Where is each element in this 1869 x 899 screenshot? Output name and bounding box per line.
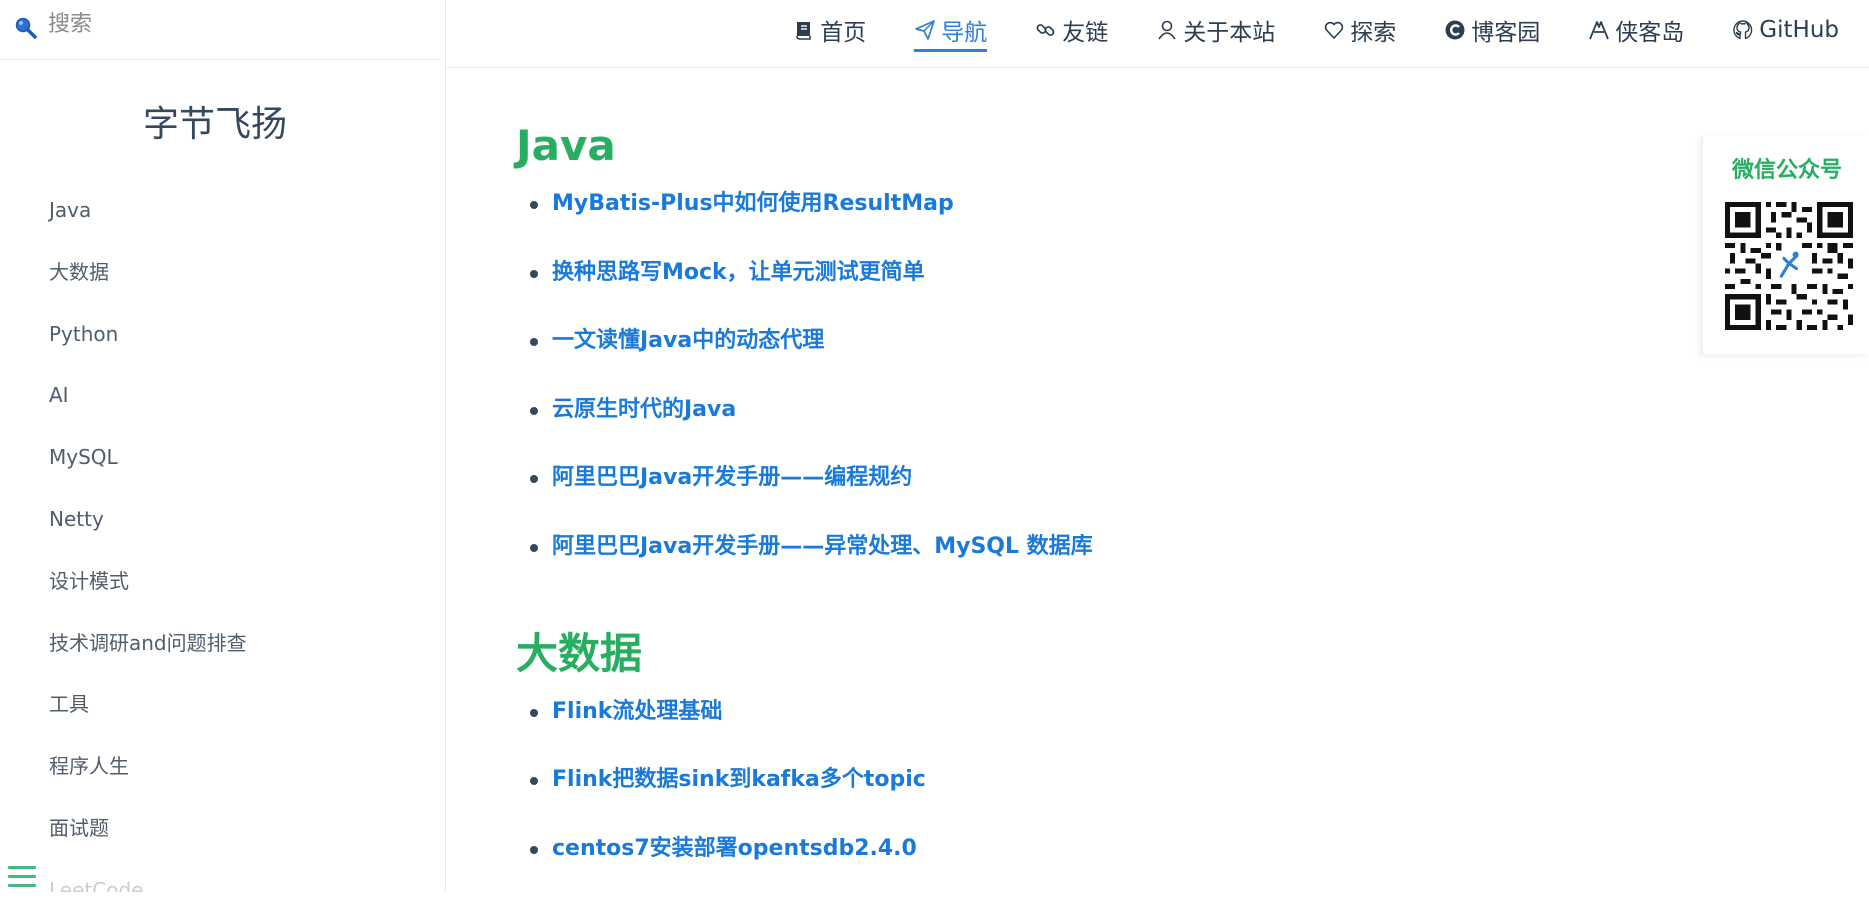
article-link[interactable]: 换种思路写Mock，让单元测试更简单 (552, 260, 925, 285)
top-nav: 首页 导航 友链 关于本站 探索 博客园 侠客岛 GitHub (446, 0, 1869, 68)
sidebar-item-tools[interactable]: 工具 (49, 684, 247, 746)
nav-item-github[interactable]: GitHub (1732, 12, 1839, 48)
sidebar: 字节飞扬 Java 大数据 Python AI MySQL Netty 设计模式… (0, 0, 446, 892)
nav-item-explore[interactable]: 探索 (1323, 12, 1396, 48)
list-item: Flink流处理基础 (516, 694, 1666, 763)
list-item: centos7安装部署opentsdb2.4.0 (516, 831, 1666, 899)
article-link[interactable]: Flink流处理基础 (552, 699, 722, 724)
list-item: 一文读懂Java中的动态代理 (516, 323, 1666, 392)
sidebar-nav: Java 大数据 Python AI MySQL Netty 设计模式 技术调研… (49, 190, 247, 892)
nav-item-xiakedao[interactable]: 侠客岛 (1588, 12, 1684, 48)
book-icon (793, 19, 815, 41)
article-link[interactable]: centos7安装部署opentsdb2.4.0 (552, 836, 917, 861)
list-item: 云原生时代的Java (516, 392, 1666, 461)
sidebar-item-java[interactable]: Java (49, 190, 247, 252)
sidebar-item-ai[interactable]: AI (49, 375, 247, 437)
section-title-bigdata: 大数据 (516, 628, 643, 678)
article-list-bigdata: Flink流处理基础 Flink把数据sink到kafka多个topic cen… (516, 694, 1666, 899)
sidebar-item-python[interactable]: Python (49, 314, 247, 376)
github-icon (1732, 19, 1754, 41)
nav-item-navigation[interactable]: 导航 (914, 12, 988, 52)
top-nav-items: 首页 导航 友链 关于本站 探索 博客园 侠客岛 GitHub (745, 12, 1839, 52)
list-item: 换种思路写Mock，让单元测试更简单 (516, 255, 1666, 324)
article-link[interactable]: 一文读懂Java中的动态代理 (552, 328, 824, 353)
nav-item-label: 导航 (941, 20, 988, 46)
nav-item-about[interactable]: 关于本站 (1156, 12, 1275, 48)
nav-item-home[interactable]: 首页 (793, 12, 866, 48)
search-box (0, 0, 440, 60)
nav-item-label: 友链 (1062, 20, 1109, 46)
main-content: Java MyBatis-Plus中如何使用ResultMap 换种思路写Moc… (516, 68, 1666, 899)
sidebar-item-netty[interactable]: Netty (49, 499, 247, 561)
nav-item-label: 首页 (820, 20, 867, 46)
search-input[interactable] (46, 11, 406, 38)
list-item: 阿里巴巴Java开发手册——编程规约 (516, 460, 1666, 529)
nav-item-label: GitHub (1759, 17, 1839, 43)
section-title-java: Java (516, 121, 616, 170)
sidebar-item-programmer-life[interactable]: 程序人生 (49, 746, 247, 808)
user-icon (1156, 19, 1178, 41)
nav-item-label: 博客园 (1471, 20, 1541, 46)
app-name[interactable]: 字节飞扬 (0, 95, 430, 147)
xiakedao-icon (1588, 19, 1610, 41)
paper-plane-icon (914, 19, 936, 41)
sidebar-toggle-button[interactable] (8, 866, 36, 892)
qr-code-image (1725, 202, 1853, 330)
article-link[interactable]: MyBatis-Plus中如何使用ResultMap (552, 191, 954, 216)
nav-item-label: 关于本站 (1183, 20, 1276, 46)
cnblogs-icon (1444, 19, 1466, 41)
menu-icon-bar (8, 884, 36, 887)
heart-icon (1323, 19, 1345, 41)
sidebar-item-bigdata[interactable]: 大数据 (49, 252, 247, 314)
nav-item-label: 探索 (1350, 20, 1397, 46)
sidebar-item-interview[interactable]: 面试题 (49, 808, 247, 870)
list-item: 阿里巴巴Java开发手册——异常处理、MySQL 数据库 (516, 529, 1666, 598)
sidebar-item-mysql[interactable]: MySQL (49, 437, 247, 499)
list-item: Flink把数据sink到kafka多个topic (516, 762, 1666, 831)
sidebar-item-leetcode[interactable]: LeetCode (49, 870, 247, 892)
search-icon (14, 16, 38, 40)
link-icon (1035, 19, 1057, 41)
menu-icon-bar (8, 866, 36, 869)
nav-item-friend-links[interactable]: 友链 (1035, 12, 1108, 48)
article-link[interactable]: 阿里巴巴Java开发手册——编程规约 (552, 465, 912, 490)
article-link[interactable]: 云原生时代的Java (552, 397, 736, 422)
article-link[interactable]: Flink把数据sink到kafka多个topic (552, 767, 926, 792)
sidebar-item-tech-research[interactable]: 技术调研and问题排查 (49, 623, 247, 685)
menu-icon-bar (8, 875, 36, 878)
article-list-java: MyBatis-Plus中如何使用ResultMap 换种思路写Mock，让单元… (516, 186, 1666, 598)
list-item: MyBatis-Plus中如何使用ResultMap (516, 186, 1666, 255)
sidebar-item-design-patterns[interactable]: 设计模式 (49, 561, 247, 623)
nav-item-cnblogs[interactable]: 博客园 (1444, 12, 1540, 48)
article-link[interactable]: 阿里巴巴Java开发手册——异常处理、MySQL 数据库 (552, 534, 1093, 559)
qr-title: 微信公众号 (1731, 158, 1842, 183)
nav-item-label: 侠客岛 (1615, 20, 1685, 46)
wechat-qr-widget: 微信公众号 (1701, 136, 1869, 354)
